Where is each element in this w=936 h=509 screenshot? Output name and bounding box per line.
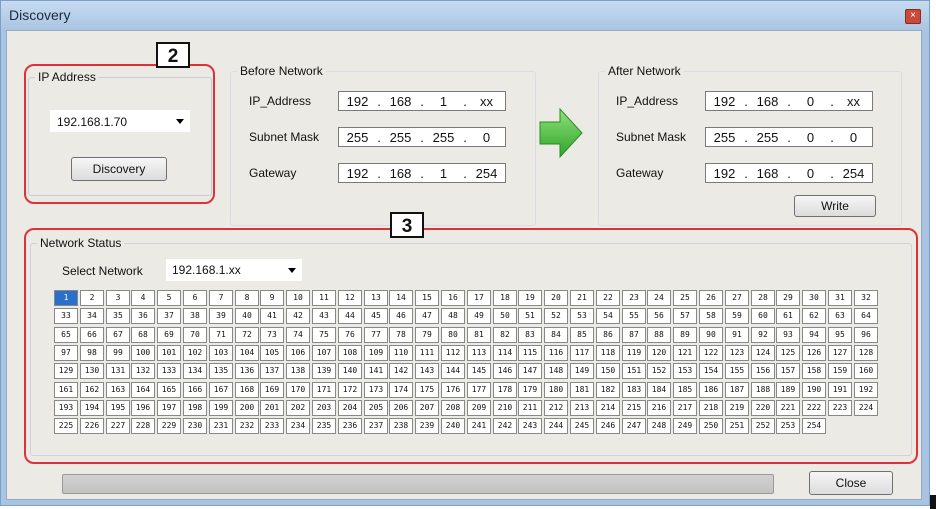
highlight-ip-address xyxy=(24,64,215,204)
close-icon[interactable]: × xyxy=(905,9,921,24)
octet: 255 xyxy=(713,129,736,145)
before-gateway-field[interactable]: 192. 168. 1. 254 xyxy=(338,163,506,183)
octet: 192 xyxy=(713,93,736,109)
before-subnet-field[interactable]: 255. 255. 255. 0 xyxy=(338,127,506,147)
progress-bar xyxy=(62,474,774,494)
write-button[interactable]: Write xyxy=(794,195,876,217)
window-title: Discovery xyxy=(9,7,71,23)
octet: 0 xyxy=(806,165,815,181)
octet: 254 xyxy=(475,165,498,181)
octet: 1 xyxy=(439,165,448,181)
callout-2: 2 xyxy=(156,42,190,68)
close-button[interactable]: Close xyxy=(809,471,893,495)
after-gateway-field[interactable]: 192. 168. 0. 254 xyxy=(705,163,873,183)
octet: 192 xyxy=(713,165,736,181)
callout-3: 3 xyxy=(390,212,424,238)
octet: 168 xyxy=(756,165,779,181)
before-subnet-label: Subnet Mask xyxy=(249,130,320,144)
octet: 168 xyxy=(389,165,412,181)
octet: 255 xyxy=(346,129,369,145)
edge-mark xyxy=(930,495,936,509)
after-ip-label: IP_Address xyxy=(616,94,679,108)
octet: xx xyxy=(847,93,860,109)
before-network-legend: Before Network xyxy=(240,64,323,78)
octet: 0 xyxy=(482,129,491,145)
octet: 0 xyxy=(849,129,858,145)
octet: 168 xyxy=(389,93,412,109)
octet: 168 xyxy=(756,93,779,109)
after-subnet-field[interactable]: 255. 255. 0. 0 xyxy=(705,127,873,147)
after-subnet-label: Subnet Mask xyxy=(616,130,687,144)
highlight-network-status xyxy=(24,228,918,464)
octet: 1 xyxy=(439,93,448,109)
after-ip-field[interactable]: 192. 168. 0. xx xyxy=(705,91,873,111)
after-gateway-label: Gateway xyxy=(616,166,664,180)
octet: 255 xyxy=(389,129,412,145)
octet: 192 xyxy=(346,93,369,109)
octet: xx xyxy=(480,93,493,109)
before-gateway-label: Gateway xyxy=(249,166,297,180)
octet: 0 xyxy=(806,93,815,109)
before-ip-label: IP_Address xyxy=(249,94,312,108)
title-bar: Discovery × xyxy=(1,1,929,31)
octet: 192 xyxy=(346,165,369,181)
after-network-legend: After Network xyxy=(608,64,681,78)
octet: 0 xyxy=(806,129,815,145)
octet: 255 xyxy=(432,129,455,145)
octet: 254 xyxy=(842,165,865,181)
right-arrow-icon xyxy=(539,107,583,159)
before-ip-field[interactable]: 192. 168. 1. xx xyxy=(338,91,506,111)
octet: 255 xyxy=(756,129,779,145)
